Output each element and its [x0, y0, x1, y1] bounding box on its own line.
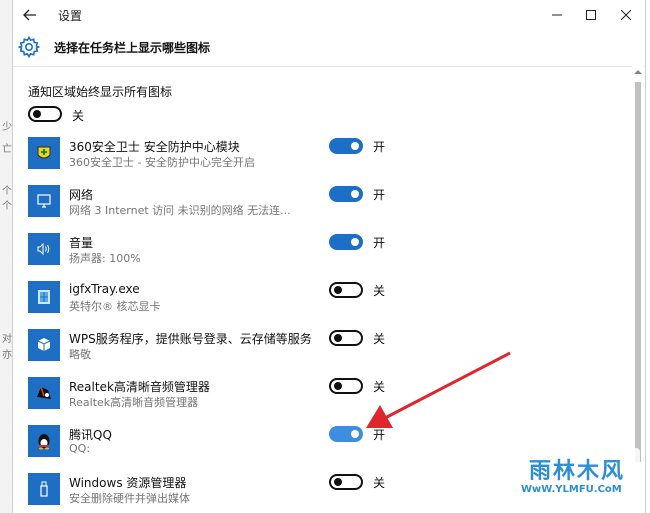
app-toggle-explorer[interactable]	[329, 474, 363, 490]
speaker-icon	[28, 233, 60, 265]
app-toggle-state: 开	[373, 188, 386, 202]
background-glyph: 个	[2, 201, 12, 212]
page-title: 选择在任务栏上显示哪些图标	[54, 41, 211, 55]
shield-360-icon	[28, 137, 60, 169]
app-name: WPS服务程序，提供账号登录、云存储等服务	[69, 332, 312, 346]
background-glyph: 对	[2, 334, 12, 345]
app-name: Windows 资源管理器	[69, 476, 187, 490]
scrollbar-thumb[interactable]	[635, 82, 641, 462]
app-toggle-state: 开	[373, 428, 386, 442]
app-row-volume: 音量 扬声器: 100% 开	[13, 232, 631, 278]
app-row-network: 网络 网络 3 Internet 访问 未识别的网络 无法连... 开	[13, 184, 631, 230]
app-name: Realtek高清晰音频管理器	[69, 380, 210, 394]
settings-window: 设置 选择在任务栏上显示哪些图标 通知区域始终显示所有图标 关 360安全卫士 …	[12, 0, 646, 513]
app-toggle-volume[interactable]	[329, 234, 363, 250]
gear-icon	[17, 35, 41, 59]
app-toggle-state: 关	[373, 380, 386, 394]
watermark-logo-text: 雨林木风	[529, 459, 626, 484]
background-glyph: 亦	[2, 350, 12, 361]
app-description: 略敬	[69, 348, 91, 361]
app-toggle-state: 关	[373, 284, 386, 298]
usb-drive-icon	[28, 473, 60, 505]
toggle-knob	[334, 478, 342, 486]
window-title: 设置	[58, 9, 83, 23]
app-toggle-360[interactable]	[329, 138, 363, 154]
app-toggle-state: 开	[373, 236, 386, 250]
intel-graphics-icon	[28, 281, 60, 313]
app-description: 360安全卫士 - 安全防护中心完全开启	[69, 156, 255, 169]
wps-cube-icon	[28, 329, 60, 361]
close-icon	[621, 10, 631, 20]
app-name: 音量	[69, 236, 94, 250]
app-description: 网络 3 Internet 访问 未识别的网络 无法连...	[69, 204, 291, 217]
app-description: 安全删除硬件并弹出媒体	[69, 492, 190, 505]
background-glyph: 个	[2, 186, 12, 197]
app-toggle-igfxtray[interactable]	[329, 282, 363, 298]
app-toggle-wps[interactable]	[329, 330, 363, 346]
background-glyph: 少	[2, 122, 12, 133]
watermark-url: WwW.YLMFU.CoM	[521, 484, 622, 495]
realtek-speaker-icon	[28, 377, 60, 409]
back-button[interactable]	[19, 4, 41, 26]
toggle-knob	[351, 430, 359, 438]
back-arrow-icon	[23, 9, 36, 21]
settings-content: 通知区域始终显示所有图标 关 360安全卫士 安全防护中心模块 360安全卫士 …	[13, 66, 631, 513]
close-button[interactable]	[614, 4, 638, 26]
app-name: 360安全卫士 安全防护中心模块	[69, 140, 240, 154]
toggle-knob	[334, 382, 342, 390]
network-icon	[28, 185, 60, 217]
toggle-knob	[33, 110, 41, 118]
app-row-wps: WPS服务程序，提供账号登录、云存储等服务 略敬 关	[13, 328, 631, 374]
page-header: 选择在任务栏上显示哪些图标	[13, 30, 645, 67]
app-name: 网络	[69, 188, 94, 202]
maximize-icon	[586, 10, 596, 20]
vertical-scrollbar[interactable]	[632, 66, 644, 513]
app-row-360: 360安全卫士 安全防护中心模块 360安全卫士 - 安全防护中心完全开启 开	[13, 136, 631, 182]
toggle-knob	[351, 190, 359, 198]
toggle-knob	[334, 286, 342, 294]
toggle-knob	[334, 334, 342, 342]
app-description: 扬声器: 100%	[69, 252, 141, 265]
app-toggle-network[interactable]	[329, 186, 363, 202]
app-toggle-state: 关	[373, 332, 386, 346]
qq-penguin-icon	[28, 425, 60, 457]
minimize-button[interactable]	[545, 4, 569, 26]
app-row-realtek: Realtek高清晰音频管理器 Realtek高清晰音频管理器 关	[13, 376, 631, 422]
app-description: 英特尔® 核芯显卡	[69, 300, 161, 313]
app-name: 腾讯QQ	[69, 428, 112, 442]
background-glyph: 亡	[2, 144, 12, 155]
always-show-toggle[interactable]	[28, 106, 62, 122]
app-toggle-state: 关	[373, 476, 386, 490]
maximize-button[interactable]	[579, 4, 603, 26]
app-toggle-state: 开	[373, 140, 386, 154]
app-name: igfxTray.exe	[69, 282, 140, 296]
always-show-state: 关	[72, 109, 85, 123]
app-description: Realtek高清晰音频管理器	[69, 396, 199, 409]
title-bar: 设置	[13, 0, 645, 30]
watermark: 雨林木风 WwW.YLMFU.CoM	[515, 448, 640, 506]
toggle-knob	[351, 238, 359, 246]
app-description: QQ:	[69, 442, 91, 455]
app-toggle-qq[interactable]	[329, 426, 363, 442]
always-show-label: 通知区域始终显示所有图标	[28, 85, 173, 99]
scroll-up-arrow-icon[interactable]	[634, 68, 642, 76]
toggle-knob	[351, 142, 359, 150]
minimize-icon	[552, 14, 562, 16]
app-row-igfxtray: igfxTray.exe 英特尔® 核芯显卡 关	[13, 280, 631, 326]
app-toggle-realtek[interactable]	[329, 378, 363, 394]
